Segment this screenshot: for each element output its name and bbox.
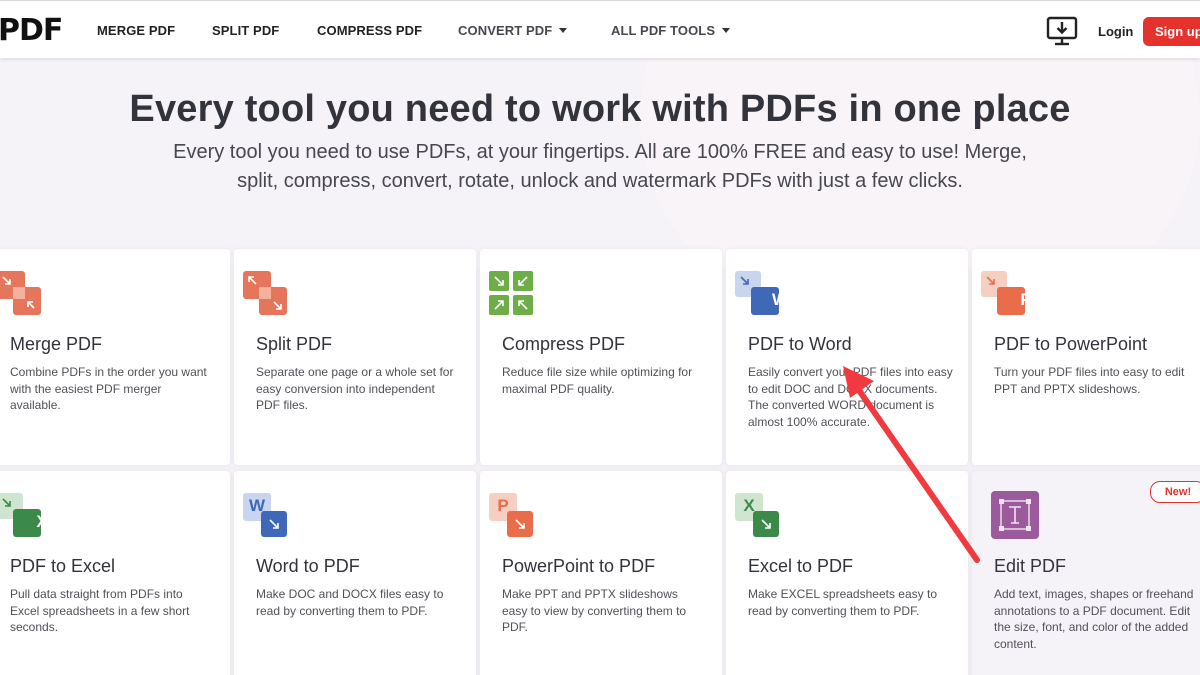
nav-merge-pdf[interactable]: MERGE PDF: [97, 23, 175, 38]
new-badge: New!: [1150, 481, 1200, 503]
login-link[interactable]: Login: [1098, 24, 1133, 39]
tool-card-pdf-to-excel[interactable]: X PDF to Excel Pull data straight from P…: [0, 471, 230, 675]
tool-card-word-to-pdf[interactable]: W Word to PDF Make DOC and DOCX files ea…: [234, 471, 476, 675]
tool-title: Word to PDF: [256, 556, 360, 576]
tool-description: Add text, images, shapes or freehand ann…: [994, 587, 1194, 651]
caret-down-icon: [722, 28, 731, 33]
hero-subtitle: Every tool you need to use PDFs, at your…: [150, 138, 1050, 196]
powerpoint-icon-letter: P: [497, 496, 509, 515]
tool-description: Turn your PDF files into easy to edit PP…: [994, 365, 1185, 396]
tool-description: Combine PDFs in the order you want with …: [10, 365, 207, 412]
tool-title: Merge PDF: [10, 334, 103, 354]
nav-compress-pdf[interactable]: COMPRESS PDF: [317, 23, 422, 38]
top-navbar: PDF MERGE PDF SPLIT PDF COMPRESS PDF CON…: [0, 0, 1200, 58]
tool-card-powerpoint-to-pdf[interactable]: P PowerPoint to PDF Make PPT and PPTX sl…: [480, 471, 722, 675]
tool-card-merge-pdf[interactable]: Merge PDF Combine PDFs in the order you …: [0, 249, 230, 465]
tool-title: Edit PDF: [994, 556, 1067, 576]
excel-icon-letter: X: [36, 512, 48, 531]
tool-description: Easily convert your PDF files into easy …: [748, 365, 953, 429]
tool-title: PowerPoint to PDF: [502, 556, 656, 576]
merge-icon: [0, 271, 41, 315]
tool-title: PDF to Word: [748, 334, 852, 354]
edit-icon: [991, 491, 1039, 539]
powerpoint-icon-letter: P: [1020, 290, 1032, 309]
tool-title: PDF to Excel: [10, 556, 116, 576]
hero-subtitle-line: Every tool you need to use PDFs, at your…: [173, 141, 1027, 163]
hero-title: Every tool you need to work with PDFs in…: [129, 88, 1071, 130]
caret-down-icon: [559, 28, 568, 33]
tool-title: Excel to PDF: [748, 556, 854, 576]
tool-title: Split PDF: [256, 334, 333, 354]
tool-card-edit-pdf[interactable]: New! Edit PDF Add text, images, shapes o…: [972, 471, 1200, 675]
signup-button[interactable]: Sign up: [1143, 17, 1200, 46]
word-icon-letter: W: [771, 290, 789, 309]
tool-description: Make PPT and PPTX slideshows easy to vie…: [502, 587, 687, 634]
tool-card-pdf-to-powerpoint[interactable]: P PDF to PowerPoint Turn your PDF files …: [972, 249, 1200, 465]
tool-description: Pull data straight from PDFs into Excel …: [10, 587, 190, 634]
excel-icon-letter: X: [743, 496, 755, 515]
word-icon-letter: W: [248, 496, 266, 515]
hero-subtitle-line: split, compress, convert, rotate, unlock…: [237, 170, 963, 192]
nav-convert-pdf-label: CONVERT PDF: [458, 23, 553, 38]
nav-all-pdf-tools-dropdown[interactable]: ALL PDF TOOLS: [611, 23, 731, 38]
tool-description: Separate one page or a whole set for eas…: [256, 365, 454, 412]
logo[interactable]: PDF: [0, 13, 63, 48]
tool-description: Make EXCEL spreadsheets easy to read by …: [748, 587, 937, 618]
tool-card-excel-to-pdf[interactable]: X Excel to PDF Make EXCEL spreadsheets e…: [726, 471, 968, 675]
tool-description: Make DOC and DOCX files easy to read by …: [256, 587, 444, 618]
nav-split-pdf[interactable]: SPLIT PDF: [212, 23, 279, 38]
desktop-download-icon[interactable]: [1046, 16, 1078, 46]
tool-card-split-pdf[interactable]: Split PDF Separate one page or a whole s…: [234, 249, 476, 465]
compress-icon: [489, 271, 533, 315]
tool-card-pdf-to-word[interactable]: W PDF to Word Easily convert your PDF fi…: [726, 249, 968, 465]
tool-title: PDF to PowerPoint: [994, 334, 1148, 354]
tool-card-compress-pdf[interactable]: Compress PDF Reduce file size while opti…: [480, 249, 722, 465]
tool-title: Compress PDF: [502, 334, 626, 354]
tool-description: Reduce file size while optimizing for ma…: [502, 365, 693, 396]
nav-convert-pdf-dropdown[interactable]: CONVERT PDF: [458, 23, 568, 38]
nav-all-pdf-tools-label: ALL PDF TOOLS: [611, 23, 716, 38]
split-icon: [243, 271, 287, 315]
